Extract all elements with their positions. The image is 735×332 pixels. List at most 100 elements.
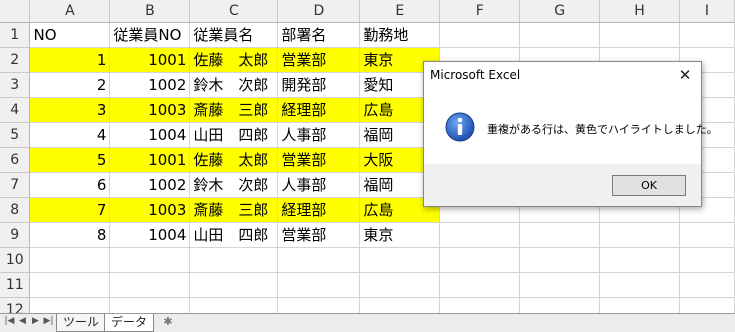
cell-d[interactable] <box>277 247 361 273</box>
column-header-i[interactable]: I <box>679 0 735 23</box>
column-header-d[interactable]: D <box>277 0 361 23</box>
cell-e[interactable] <box>359 247 441 273</box>
dialog-title: Microsoft Excel <box>430 68 521 82</box>
cell-c[interactable]: 斎藤 三郎 <box>189 197 279 223</box>
sheet-tab-tool[interactable]: ツール <box>56 314 107 332</box>
row-header[interactable]: 11 <box>0 272 31 298</box>
cell-a[interactable]: 1 <box>29 47 111 73</box>
row-header[interactable]: 5 <box>0 122 31 148</box>
cell-empty[interactable] <box>439 247 521 273</box>
cell-c[interactable] <box>189 272 279 298</box>
cell-b[interactable]: 従業員NO <box>109 22 191 48</box>
cell-a[interactable]: 3 <box>29 97 111 123</box>
column-header-f[interactable]: F <box>439 0 521 23</box>
cell-c[interactable]: 山田 四郎 <box>189 122 279 148</box>
cell-empty[interactable] <box>439 272 521 298</box>
cell-empty[interactable] <box>679 247 735 273</box>
column-header-b[interactable]: B <box>109 0 191 23</box>
select-all-corner[interactable] <box>0 0 31 23</box>
cell-d[interactable]: 人事部 <box>277 172 361 198</box>
row-header[interactable]: 1 <box>0 22 31 48</box>
prev-sheet-icon[interactable]: ◀ <box>17 316 28 326</box>
cell-empty[interactable] <box>519 22 601 48</box>
cell-a[interactable]: 7 <box>29 197 111 223</box>
cell-a[interactable]: 8 <box>29 222 111 248</box>
cell-empty[interactable] <box>599 222 680 248</box>
close-icon[interactable]: ✕ <box>675 65 695 85</box>
last-sheet-icon[interactable]: ▶| <box>43 316 54 326</box>
cell-d[interactable]: 営業部 <box>277 147 361 173</box>
cell-b[interactable]: 1003 <box>109 197 191 223</box>
cell-c[interactable] <box>189 247 279 273</box>
cell-d[interactable]: 部署名 <box>277 22 361 48</box>
cell-b[interactable]: 1001 <box>109 47 191 73</box>
row-header[interactable]: 4 <box>0 97 31 123</box>
cell-empty[interactable] <box>679 272 735 298</box>
cell-b[interactable]: 1002 <box>109 72 191 98</box>
cell-empty[interactable] <box>599 22 680 48</box>
dialog-titlebar: Microsoft Excel ✕ <box>424 62 701 90</box>
first-sheet-icon[interactable]: |◀ <box>4 316 15 326</box>
cell-e[interactable] <box>359 272 441 298</box>
cell-empty[interactable] <box>519 247 601 273</box>
cell-b[interactable]: 1001 <box>109 147 191 173</box>
cell-a[interactable]: 4 <box>29 122 111 148</box>
cell-a[interactable]: 6 <box>29 172 111 198</box>
cell-b[interactable]: 1003 <box>109 97 191 123</box>
table-row: 10 <box>0 247 735 273</box>
column-header-e[interactable]: E <box>359 0 441 23</box>
row-header[interactable]: 6 <box>0 147 31 173</box>
ok-button[interactable]: OK <box>612 175 686 196</box>
cell-c[interactable]: 山田 四郎 <box>189 222 279 248</box>
cell-d[interactable]: 経理部 <box>277 197 361 223</box>
cell-empty[interactable] <box>439 22 521 48</box>
cell-d[interactable]: 営業部 <box>277 222 361 248</box>
cell-e[interactable]: 東京 <box>359 222 441 248</box>
cell-c[interactable]: 佐藤 太郎 <box>189 147 279 173</box>
cell-d[interactable]: 開発部 <box>277 72 361 98</box>
table-row: 11 <box>0 272 735 298</box>
cell-empty[interactable] <box>519 222 601 248</box>
sheet-tab-data[interactable]: データ <box>104 314 155 332</box>
cell-empty[interactable] <box>679 22 735 48</box>
cell-a[interactable] <box>29 247 111 273</box>
cell-b[interactable]: 1004 <box>109 122 191 148</box>
row-header[interactable]: 10 <box>0 247 31 273</box>
cell-d[interactable]: 経理部 <box>277 97 361 123</box>
cell-e[interactable]: 勤務地 <box>359 22 441 48</box>
dialog-body: 重複がある行は、黄色でハイライトしました。 <box>424 90 718 166</box>
cell-b[interactable]: 1002 <box>109 172 191 198</box>
cell-c[interactable]: 斎藤 三郎 <box>189 97 279 123</box>
insert-sheet-icon[interactable]: ✱ <box>160 315 176 329</box>
cell-a[interactable] <box>29 272 111 298</box>
cell-d[interactable] <box>277 272 361 298</box>
cell-a[interactable]: 2 <box>29 72 111 98</box>
cell-a[interactable]: NO <box>29 22 111 48</box>
row-header[interactable]: 9 <box>0 222 31 248</box>
cell-c[interactable]: 従業員名 <box>189 22 279 48</box>
cell-c[interactable]: 鈴木 次郎 <box>189 72 279 98</box>
column-header-g[interactable]: G <box>519 0 601 23</box>
cell-b[interactable] <box>109 247 191 273</box>
cell-d[interactable]: 人事部 <box>277 122 361 148</box>
column-header-a[interactable]: A <box>29 0 111 23</box>
cell-a[interactable]: 5 <box>29 147 111 173</box>
sheet-nav-buttons: |◀ ◀ ▶ ▶| <box>4 316 54 326</box>
cell-empty[interactable] <box>679 222 735 248</box>
next-sheet-icon[interactable]: ▶ <box>30 316 41 326</box>
row-header[interactable]: 8 <box>0 197 31 223</box>
row-header[interactable]: 7 <box>0 172 31 198</box>
cell-c[interactable]: 鈴木 次郎 <box>189 172 279 198</box>
row-header[interactable]: 2 <box>0 47 31 73</box>
cell-empty[interactable] <box>519 272 601 298</box>
cell-empty[interactable] <box>439 222 521 248</box>
column-header-h[interactable]: H <box>599 0 680 23</box>
row-header[interactable]: 3 <box>0 72 31 98</box>
column-header-c[interactable]: C <box>189 0 279 23</box>
cell-b[interactable] <box>109 272 191 298</box>
cell-empty[interactable] <box>599 272 680 298</box>
cell-c[interactable]: 佐藤 太郎 <box>189 47 279 73</box>
cell-empty[interactable] <box>599 247 680 273</box>
cell-d[interactable]: 営業部 <box>277 47 361 73</box>
cell-b[interactable]: 1004 <box>109 222 191 248</box>
